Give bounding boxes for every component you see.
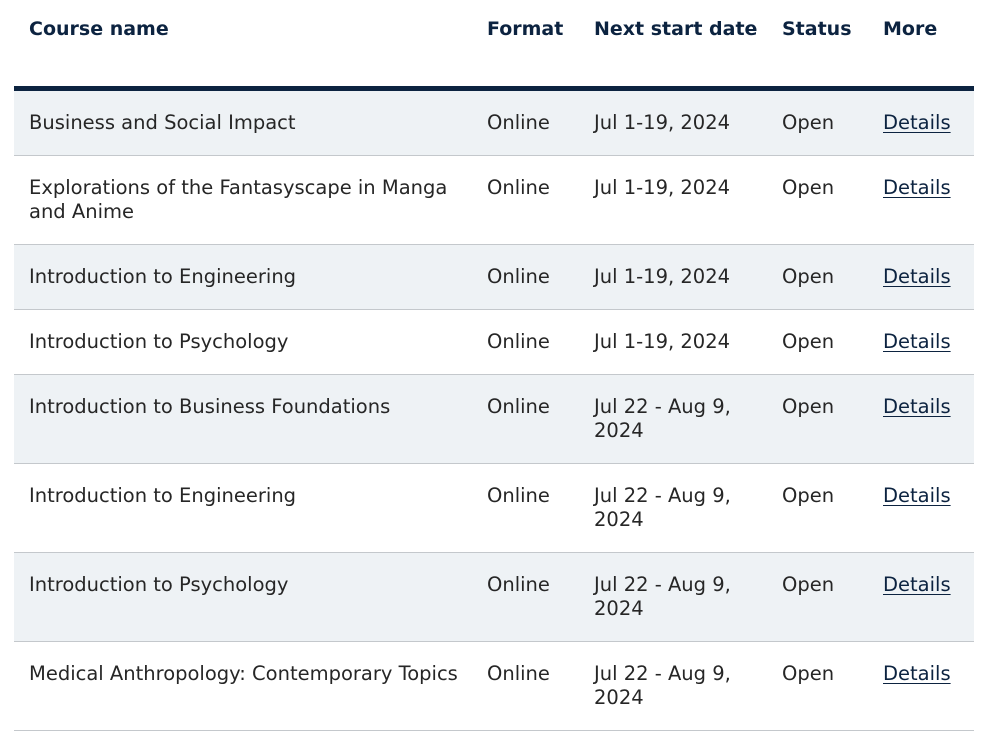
format-cell: Online [472, 552, 579, 642]
course-name-cell: Introduction to Psychology [14, 552, 472, 642]
table-row: Introduction to Engineering Online Jul 2… [14, 463, 974, 553]
details-link[interactable]: Details [883, 330, 951, 353]
more-cell: Details [868, 374, 974, 464]
start-date-cell: Jul 1-19, 2024 [579, 309, 767, 375]
more-cell: Details [868, 641, 974, 731]
table-row: Introduction to Psychology Online Jul 22… [14, 552, 974, 642]
header-more: More [868, 0, 974, 91]
table-row: Introduction to Psychology Online Jul 1-… [14, 309, 974, 375]
more-cell: Details [868, 155, 974, 245]
more-cell: Details [868, 463, 974, 553]
course-name-cell: Business and Social Impact [14, 88, 472, 156]
table-row: Medical Anthropology: Contemporary Topic… [14, 641, 974, 731]
status-cell: Open [767, 309, 868, 375]
format-cell: Online [472, 374, 579, 464]
format-cell: Online [472, 641, 579, 731]
details-link[interactable]: Details [883, 265, 951, 288]
status-cell: Open [767, 244, 868, 310]
details-link[interactable]: Details [883, 395, 951, 418]
table-row: Business and Social Impact Online Jul 1-… [14, 88, 974, 156]
details-link[interactable]: Details [883, 573, 951, 596]
course-name-cell: Introduction to Business Foundations [14, 374, 472, 464]
start-date-cell: Jul 1-19, 2024 [579, 244, 767, 310]
format-cell: Online [472, 88, 579, 156]
header-course-name: Course name [14, 0, 472, 91]
start-date-cell: Jul 22 - Aug 9, 2024 [579, 463, 767, 553]
course-schedule-table: Course name Format Next start date Statu… [14, 0, 974, 731]
status-cell: Open [767, 374, 868, 464]
start-date-cell: Jul 22 - Aug 9, 2024 [579, 641, 767, 731]
more-cell: Details [868, 244, 974, 310]
start-date-cell: Jul 1-19, 2024 [579, 155, 767, 245]
course-schedule-table-container: Course name Format Next start date Statu… [14, 0, 974, 731]
format-cell: Online [472, 463, 579, 553]
start-date-cell: Jul 22 - Aug 9, 2024 [579, 374, 767, 464]
format-cell: Online [472, 155, 579, 245]
status-cell: Open [767, 641, 868, 731]
course-name-cell: Introduction to Psychology [14, 309, 472, 375]
status-cell: Open [767, 463, 868, 553]
table-row: Introduction to Engineering Online Jul 1… [14, 244, 974, 310]
details-link[interactable]: Details [883, 176, 951, 199]
start-date-cell: Jul 1-19, 2024 [579, 88, 767, 156]
details-link[interactable]: Details [883, 484, 951, 507]
course-name-cell: Introduction to Engineering [14, 244, 472, 310]
more-cell: Details [868, 88, 974, 156]
table-row: Introduction to Business Foundations Onl… [14, 374, 974, 464]
table-row: Explorations of the Fantasyscape in Mang… [14, 155, 974, 245]
course-name-cell: Introduction to Engineering [14, 463, 472, 553]
details-link[interactable]: Details [883, 662, 951, 685]
header-row: Course name Format Next start date Statu… [14, 0, 974, 91]
details-link[interactable]: Details [883, 111, 951, 134]
more-cell: Details [868, 309, 974, 375]
start-date-cell: Jul 22 - Aug 9, 2024 [579, 552, 767, 642]
more-cell: Details [868, 552, 974, 642]
status-cell: Open [767, 155, 868, 245]
header-status: Status [767, 0, 868, 91]
status-cell: Open [767, 88, 868, 156]
table-body: Business and Social Impact Online Jul 1-… [14, 88, 974, 731]
format-cell: Online [472, 244, 579, 310]
header-next-start-date: Next start date [579, 0, 767, 91]
course-name-cell: Medical Anthropology: Contemporary Topic… [14, 641, 472, 731]
status-cell: Open [767, 552, 868, 642]
header-format: Format [472, 0, 579, 91]
format-cell: Online [472, 309, 579, 375]
table-header: Course name Format Next start date Statu… [14, 0, 974, 91]
course-name-cell: Explorations of the Fantasyscape in Mang… [14, 155, 472, 245]
